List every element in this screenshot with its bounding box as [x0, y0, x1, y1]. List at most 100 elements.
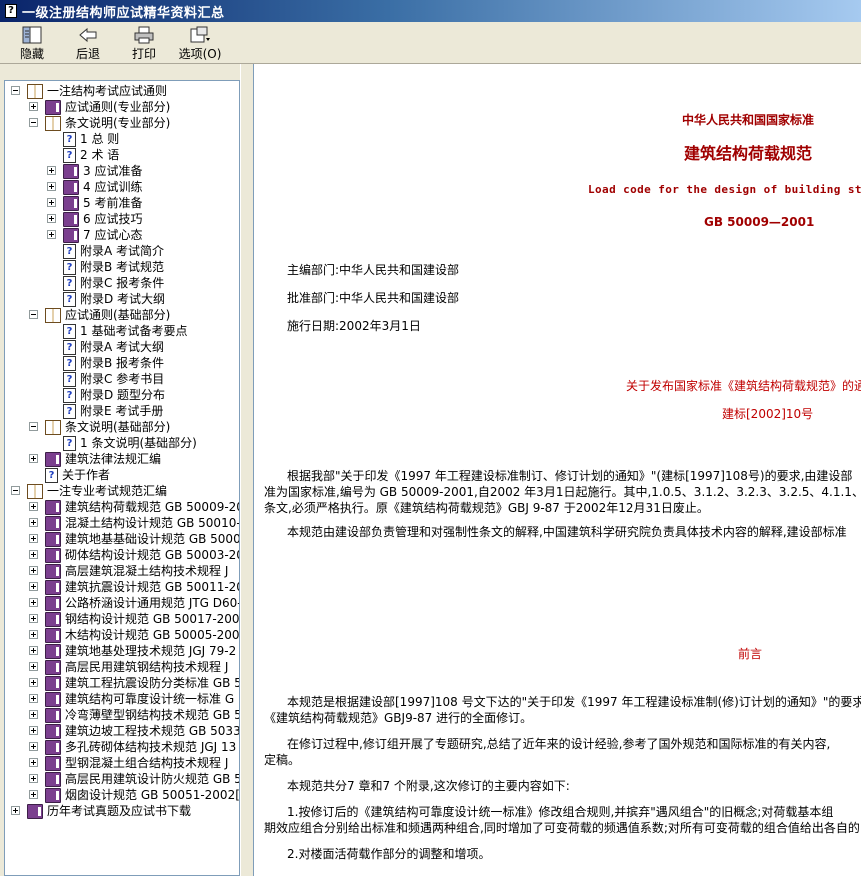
tree-item[interactable]: 混凝土结构设计规范 GB 50010-2 [45, 515, 239, 531]
expand-icon[interactable] [29, 726, 38, 735]
toolbar: 隐藏 后退 打印 选项(O) [0, 22, 861, 64]
tree-item[interactable]: ? 关于作者 [45, 467, 111, 483]
expand-icon[interactable] [29, 454, 38, 463]
tree-item[interactable]: ? 附录A 考试简介 [63, 243, 165, 259]
expand-icon[interactable] [29, 550, 38, 559]
tree-item[interactable]: 建筑结构荷载规范 GB 50009-200 [45, 499, 239, 515]
tree-item[interactable]: ? 附录C 报考条件 [63, 275, 165, 291]
expand-icon[interactable] [29, 598, 38, 607]
hide-button[interactable]: 隐藏 [4, 22, 60, 62]
tree-item[interactable]: 多孔砖砌体结构技术规范 JGJ 13 [45, 739, 237, 755]
tree-item-label: 5 考前准备 [83, 196, 143, 210]
tree-item[interactable]: 型钢混凝土组合结构技术规程 J [45, 755, 229, 771]
expand-icon[interactable] [47, 198, 56, 207]
tree-item[interactable]: 应试通则(基础部分) [45, 307, 171, 323]
expand-icon[interactable] [11, 806, 20, 815]
tree-item[interactable]: 砌体结构设计规范 GB 50003-200 [45, 547, 239, 563]
tree-item[interactable]: ? 附录E 考试手册 [63, 403, 164, 419]
options-icon [189, 26, 211, 44]
tree-item[interactable]: 历年考试真题及应试书下载 [27, 803, 192, 819]
tree-item[interactable]: 6 应试技巧 [63, 211, 143, 227]
para3-line1: 本规范是根据建设部[1997]108 号文下达的"关于印发《1997 年工程建设… [287, 695, 861, 709]
collapse-icon[interactable] [29, 310, 38, 319]
tree-item[interactable]: 冷弯薄壁型钢结构技术规范 GB 5 [45, 707, 239, 723]
collapse-icon[interactable] [29, 422, 38, 431]
tree-item[interactable]: 3 应试准备 [63, 163, 143, 179]
tree-item[interactable]: ? 附录B 考试规范 [63, 259, 165, 275]
help-page-icon: ? [63, 355, 76, 371]
tree-item[interactable]: 烟囱设计规范 GB 50051-2002[附 [45, 787, 239, 803]
tree-item[interactable]: 高层建筑混凝土结构技术规程 J [45, 563, 229, 579]
expand-icon[interactable] [47, 182, 56, 191]
tree-item[interactable]: 公路桥涵设计通用规范 JTG D60- [45, 595, 239, 611]
tree-item[interactable]: 条文说明(基础部分) [45, 419, 171, 435]
tree-item[interactable]: ? 附录D 题型分布 [63, 387, 166, 403]
tree-item[interactable]: ? 1 基础考试备考要点 [63, 323, 188, 339]
tree-item[interactable]: 建筑地基处理技术规范 JGJ 79-2 [45, 643, 237, 659]
tree-item[interactable]: 一注结构考试应试通则 [27, 83, 168, 99]
tree-item[interactable]: 建筑法律法规汇编 [45, 451, 162, 467]
tree-item[interactable]: 7 应试心态 [63, 227, 143, 243]
tree-item[interactable]: ? 附录A 考试大纲 [63, 339, 165, 355]
expand-icon[interactable] [29, 710, 38, 719]
tree-item[interactable]: ? 1 总 则 [63, 131, 120, 147]
expand-icon[interactable] [29, 502, 38, 511]
tree-item[interactable]: 建筑结构可靠度设计统一标准 G [45, 691, 235, 707]
tree-item[interactable]: ? 1 条文说明(基础部分) [63, 435, 198, 451]
expand-icon[interactable] [29, 582, 38, 591]
collapse-icon[interactable] [29, 118, 38, 127]
tree-item[interactable]: 4 应试训练 [63, 179, 143, 195]
expand-icon[interactable] [29, 694, 38, 703]
tree-item[interactable]: 木结构设计规范 GB 50005-2003 [45, 627, 239, 643]
expand-icon[interactable] [29, 614, 38, 623]
expand-icon[interactable] [29, 758, 38, 767]
expand-icon[interactable] [29, 630, 38, 639]
tree-item-label: 一注结构考试应试通则 [47, 84, 168, 98]
tree-item-label: 1 总 则 [80, 132, 120, 146]
expand-icon[interactable] [47, 214, 56, 223]
tree-item[interactable]: 应试通则(专业部分) [45, 99, 171, 115]
expand-icon[interactable] [29, 534, 38, 543]
book-open-icon [45, 419, 61, 435]
tree-item[interactable]: ? 2 术 语 [63, 147, 120, 163]
tree-item-label: 高层民用建筑设计防火规范 GB 5 [65, 772, 240, 786]
collapse-icon[interactable] [11, 486, 20, 495]
help-page-icon: ? [63, 371, 76, 387]
expand-icon[interactable] [29, 662, 38, 671]
tree-item[interactable]: ? 附录D 考试大纲 [63, 291, 166, 307]
expand-icon[interactable] [29, 790, 38, 799]
tree-item[interactable]: 高层民用建筑钢结构技术规程 J [45, 659, 229, 675]
tree-item[interactable]: ? 附录B 报考条件 [63, 355, 165, 371]
expand-icon[interactable] [29, 102, 38, 111]
help-page-icon: ? [63, 403, 76, 419]
help-page-icon: ? [63, 435, 76, 451]
tree-item[interactable]: 钢结构设计规范 GB 50017-2003 [45, 611, 239, 627]
expand-icon[interactable] [29, 646, 38, 655]
tree-item[interactable]: 5 考前准备 [63, 195, 143, 211]
contents-tree[interactable]: 一注结构考试应试通则 应试通则(专业部分) 条文说明(专业部分)? 1 总 则? 2 术… [4, 80, 240, 876]
back-button[interactable]: 后退 [60, 22, 116, 62]
expand-icon[interactable] [29, 774, 38, 783]
tree-item[interactable]: 高层民用建筑设计防火规范 GB 5 [45, 771, 240, 787]
tree-item[interactable]: 建筑抗震设计规范 GB 50011-200 [45, 579, 239, 595]
collapse-icon[interactable] [11, 86, 20, 95]
expand-icon[interactable] [29, 518, 38, 527]
options-button[interactable]: 选项(O) [172, 22, 228, 62]
tree-item[interactable]: ? 附录C 参考书目 [63, 371, 165, 387]
document-view[interactable]: 中华人民共和国国家标准 建筑结构荷载规范 Load code for the d… [253, 64, 861, 876]
tree-item-label: 建筑地基基础设计规范 GB 50007 [65, 532, 240, 546]
book-closed-icon [63, 163, 79, 179]
tree-item[interactable]: 条文说明(专业部分) [45, 115, 171, 131]
expand-icon[interactable] [47, 230, 56, 239]
expand-icon[interactable] [47, 166, 56, 175]
tree-item[interactable]: 建筑边坡工程技术规范 GB 50330 [45, 723, 239, 739]
expand-icon[interactable] [29, 678, 38, 687]
print-button[interactable]: 打印 [116, 22, 172, 62]
pane-splitter[interactable] [240, 64, 253, 876]
tree-item[interactable]: 建筑工程抗震设防分类标准 GB 5 [45, 675, 239, 691]
tree-item[interactable]: 建筑地基基础设计规范 GB 50007 [45, 531, 240, 547]
tree-item[interactable]: 一注专业考试规范汇编 [27, 483, 168, 499]
expand-icon[interactable] [29, 566, 38, 575]
para2: 本规范由建设部负责管理和对强制性条文的解释,中国建筑科学研究院负责具体技术内容的… [287, 525, 847, 539]
expand-icon[interactable] [29, 742, 38, 751]
